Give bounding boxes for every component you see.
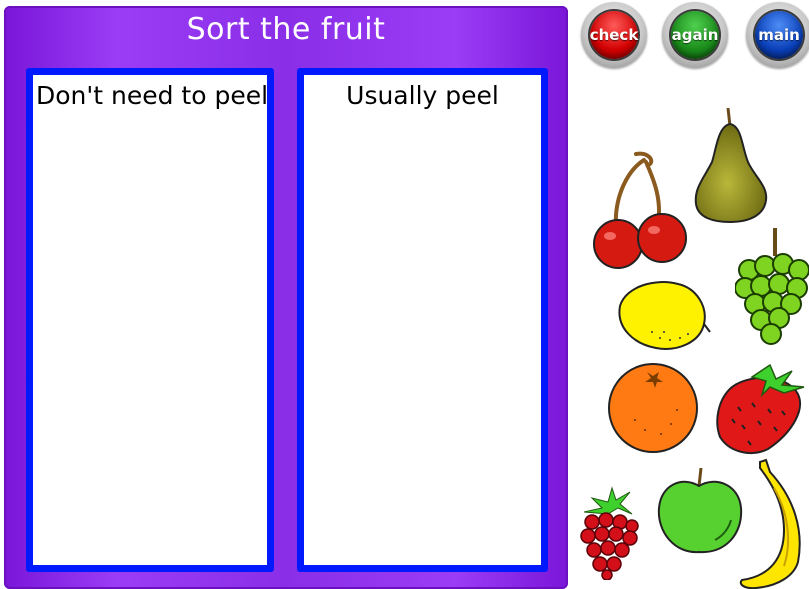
cherries-icon[interactable] (588, 150, 690, 270)
drop-zone-peel-area[interactable]: Usually peel (304, 75, 541, 565)
raspberry-icon[interactable] (578, 484, 642, 580)
drop-zone-no-peel-label: Don't need to peel (36, 81, 269, 110)
sorting-board: Sort the fruit Don't need to peel Usuall… (4, 6, 568, 589)
again-button[interactable]: again (662, 2, 728, 68)
check-button[interactable]: check (581, 2, 647, 68)
drop-zone-peel[interactable]: Usually peel (297, 68, 548, 572)
lemon-icon[interactable] (612, 276, 712, 356)
drop-zone-no-peel-area[interactable]: Don't need to peel (33, 75, 269, 565)
pear-icon[interactable] (690, 104, 770, 226)
strawberry-icon[interactable] (712, 357, 809, 457)
board-title: Sort the fruit (186, 12, 386, 47)
grapes-icon[interactable] (735, 226, 809, 346)
main-button-label: main (758, 26, 800, 44)
banana-icon[interactable] (734, 458, 809, 589)
again-button-label: again (671, 26, 719, 44)
drop-zone-no-peel[interactable]: Don't need to peel (26, 68, 274, 572)
drop-zone-peel-label: Usually peel (346, 81, 499, 110)
check-button-label: check (589, 26, 639, 44)
main-button[interactable]: main (746, 2, 809, 68)
apple-icon[interactable] (655, 464, 745, 556)
orange-icon[interactable] (605, 360, 703, 454)
